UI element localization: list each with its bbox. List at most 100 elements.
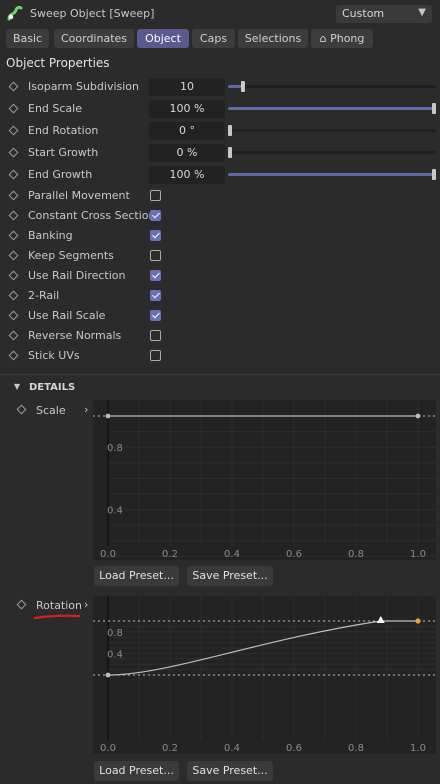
tab-basic[interactable]: Basic bbox=[6, 29, 49, 48]
sweep-object-icon bbox=[7, 5, 23, 21]
button-label: Load Preset... bbox=[99, 764, 174, 777]
property-checkbox[interactable] bbox=[150, 290, 161, 301]
property-label: Isoparm Subdivision bbox=[28, 80, 139, 93]
property-slider[interactable] bbox=[228, 81, 436, 92]
tab-coordinates[interactable]: Coordinates bbox=[54, 29, 134, 48]
property-checkbox[interactable] bbox=[150, 350, 161, 361]
property-slider[interactable] bbox=[228, 103, 436, 114]
property-checkbox[interactable] bbox=[150, 230, 161, 241]
keyframe-diamond-icon[interactable] bbox=[16, 599, 27, 610]
property-value-field[interactable]: 0 ° bbox=[149, 122, 225, 140]
home-icon: ⌂ bbox=[319, 32, 331, 45]
x-tick-label: 0.4 bbox=[224, 549, 240, 560]
property-label: End Scale bbox=[28, 102, 82, 115]
property-label: Start Growth bbox=[28, 146, 99, 159]
property-checkbox[interactable] bbox=[150, 330, 161, 341]
keyframe-diamond-icon[interactable] bbox=[16, 404, 27, 415]
tab-label: Phong bbox=[330, 32, 365, 45]
slider-knob[interactable] bbox=[240, 81, 245, 92]
rotation-curve-graph[interactable]: 0.0 0.2 0.4 0.6 0.8 1.0 0.8 0.4 bbox=[93, 596, 436, 754]
keyframe-diamond-icon[interactable] bbox=[8, 147, 19, 158]
property-label: Parallel Movement bbox=[28, 189, 130, 202]
keyframe-diamond-icon[interactable] bbox=[8, 290, 19, 301]
keyframe-diamond-icon[interactable] bbox=[8, 103, 19, 114]
property-label: Reverse Normals bbox=[28, 329, 122, 342]
property-slider[interactable] bbox=[228, 169, 436, 180]
property-value-field[interactable]: 100 % bbox=[149, 100, 225, 118]
x-tick-label: 0.8 bbox=[348, 549, 364, 560]
keyframe-diamond-icon[interactable] bbox=[8, 230, 19, 241]
property-row: Start Growth 0 % bbox=[0, 143, 440, 163]
y-tick-label: 0.8 bbox=[107, 628, 123, 639]
keyframe-diamond-icon[interactable] bbox=[8, 169, 19, 180]
mode-dropdown[interactable]: Custom ▼ bbox=[336, 5, 432, 23]
tab-object[interactable]: Object bbox=[137, 29, 189, 48]
details-label: DETAILS bbox=[29, 382, 76, 393]
keyframe-diamond-icon[interactable] bbox=[8, 350, 19, 361]
property-row: Constant Cross Section bbox=[0, 206, 440, 226]
x-tick-label: 0.6 bbox=[286, 549, 302, 560]
x-tick-label: 0.2 bbox=[162, 743, 178, 754]
property-row: Stick UVs bbox=[0, 346, 440, 366]
y-tick-label: 0.4 bbox=[107, 506, 123, 517]
rotation-curve-label: Rotation bbox=[36, 599, 83, 612]
property-label: Keep Segments bbox=[28, 249, 114, 262]
property-checkbox[interactable] bbox=[150, 250, 161, 261]
chevron-right-icon[interactable]: › bbox=[84, 403, 88, 416]
keyframe-diamond-icon[interactable] bbox=[8, 310, 19, 321]
save-preset-button[interactable]: Save Preset... bbox=[187, 566, 273, 586]
title-bar: Sweep Object [Sweep] Custom ▼ bbox=[0, 0, 440, 27]
curve-point bbox=[105, 413, 111, 419]
tab-phong[interactable]: ⌂ Phong bbox=[311, 29, 373, 48]
property-slider[interactable] bbox=[228, 125, 436, 136]
property-checkbox[interactable] bbox=[150, 210, 161, 221]
x-tick-label: 0.0 bbox=[100, 549, 116, 560]
section-title: Object Properties bbox=[6, 56, 110, 70]
slider-knob[interactable] bbox=[432, 103, 436, 114]
tab-label: Selections bbox=[244, 32, 302, 45]
keyframe-diamond-icon[interactable] bbox=[8, 210, 19, 221]
property-row: 2-Rail bbox=[0, 286, 440, 306]
scale-curve-graph[interactable]: 0.0 0.2 0.4 0.6 0.8 1.0 0.8 0.4 bbox=[93, 400, 436, 560]
chevron-right-icon[interactable]: › bbox=[84, 598, 88, 611]
details-header[interactable]: ▼ DETAILS bbox=[0, 374, 440, 398]
button-label: Save Preset... bbox=[192, 764, 268, 777]
slider-knob[interactable] bbox=[228, 147, 232, 158]
property-slider[interactable] bbox=[228, 147, 436, 158]
property-checkbox[interactable] bbox=[150, 190, 161, 201]
curve-end-point bbox=[415, 618, 421, 624]
keyframe-diamond-icon[interactable] bbox=[8, 81, 19, 92]
property-row: End Rotation 0 ° bbox=[0, 121, 440, 141]
keyframe-diamond-icon[interactable] bbox=[8, 250, 19, 261]
x-tick-label: 1.0 bbox=[410, 743, 426, 754]
annotation-underline bbox=[34, 614, 80, 620]
property-row: End Growth 100 % bbox=[0, 165, 440, 185]
property-checkbox[interactable] bbox=[150, 270, 161, 281]
tab-caps[interactable]: Caps bbox=[192, 29, 235, 48]
chevron-down-icon: ▼ bbox=[418, 7, 426, 18]
property-label: End Rotation bbox=[28, 124, 99, 137]
tab-selections[interactable]: Selections bbox=[238, 29, 308, 48]
keyframe-diamond-icon[interactable] bbox=[8, 125, 19, 136]
load-preset-button[interactable]: Load Preset... bbox=[94, 761, 179, 781]
property-value-field[interactable]: 0 % bbox=[149, 144, 225, 162]
keyframe-diamond-icon[interactable] bbox=[8, 270, 19, 281]
slider-knob[interactable] bbox=[432, 169, 436, 180]
property-row: End Scale 100 % bbox=[0, 99, 440, 119]
slider-knob[interactable] bbox=[228, 125, 232, 136]
keyframe-diamond-icon[interactable] bbox=[8, 190, 19, 201]
load-preset-button[interactable]: Load Preset... bbox=[94, 566, 179, 586]
property-value-field[interactable]: 100 % bbox=[149, 166, 225, 184]
y-tick-label: 0.8 bbox=[107, 443, 123, 454]
property-row: Keep Segments bbox=[0, 246, 440, 266]
property-label: Use Rail Scale bbox=[28, 309, 106, 322]
button-label: Load Preset... bbox=[99, 569, 174, 582]
button-label: Save Preset... bbox=[192, 569, 268, 582]
keyframe-diamond-icon[interactable] bbox=[8, 330, 19, 341]
property-value-field[interactable]: 10 bbox=[149, 78, 225, 96]
window-title: Sweep Object [Sweep] bbox=[30, 7, 155, 20]
save-preset-button[interactable]: Save Preset... bbox=[187, 761, 273, 781]
property-row: Banking bbox=[0, 226, 440, 246]
property-checkbox[interactable] bbox=[150, 310, 161, 321]
property-row: Use Rail Direction bbox=[0, 266, 440, 286]
